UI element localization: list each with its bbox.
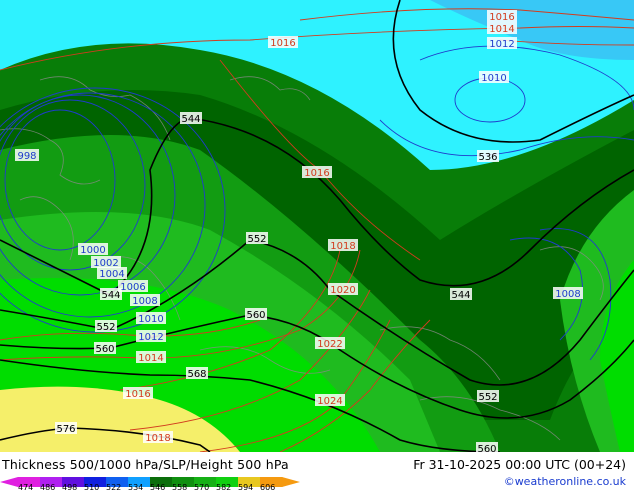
slp-label-1018-b: 1018 — [145, 433, 170, 444]
scale-tick-label: 582 — [216, 483, 232, 492]
weather-map-view: 544 544 544 552 552 552 560 560 560 568 … — [0, 0, 634, 492]
slp-label-1024: 1024 — [317, 396, 342, 407]
z500-label-560-a: 560 — [246, 310, 265, 321]
slp-label-1020: 1020 — [330, 285, 355, 296]
scale-tick-label: 522 — [106, 483, 122, 492]
credit-link[interactable]: ©weatheronline.co.uk — [504, 475, 626, 488]
slp-label-1008-b: 1008 — [555, 289, 580, 300]
z500-label-568: 568 — [187, 369, 206, 380]
scale-ticks: 474 486 498 510 522 534 546 558 570 582 594 606 — [18, 483, 282, 492]
slp-label-1012-b: 1012 — [138, 332, 163, 343]
z500-label-544-b: 544 — [101, 290, 120, 301]
slp-label-1014-b: 1014 — [138, 353, 163, 364]
slp-label-1016-c: 1016 — [304, 168, 329, 179]
slp-label-1010-b: 1010 — [138, 314, 163, 325]
scale-tick-label: 510 — [84, 483, 100, 492]
slp-label-1010-a: 1010 — [481, 73, 506, 84]
scale-arrow-left — [0, 477, 18, 487]
slp-label-1006: 1006 — [120, 282, 145, 293]
slp-label-998: 998 — [17, 151, 36, 162]
scale-tick-label: 498 — [62, 483, 78, 492]
slp-label-1000: 1000 — [80, 245, 105, 256]
slp-label-1022: 1022 — [317, 339, 342, 350]
slp-label-1012-a: 1012 — [489, 39, 514, 50]
z500-label-536: 536 — [478, 152, 497, 163]
map-title: Thickness 500/1000 hPa/SLP/Height 500 hP… — [2, 457, 289, 472]
slp-label-1016-b: 1016 — [489, 12, 514, 23]
slp-label-1016-a: 1016 — [270, 38, 295, 49]
z500-label-544-a: 544 — [181, 114, 200, 125]
z500-label-576: 576 — [56, 424, 75, 435]
slp-label-1008-a: 1008 — [132, 296, 157, 307]
scale-arrow-right — [282, 477, 300, 487]
z500-label-552-c: 552 — [478, 392, 497, 403]
z500-label-560-c: 560 — [477, 444, 496, 452]
map-footer: Thickness 500/1000 hPa/SLP/Height 500 hP… — [0, 452, 634, 492]
z500-label-544-c: 544 — [451, 290, 470, 301]
thickness-map: 544 544 544 552 552 552 560 560 560 568 … — [0, 0, 634, 452]
z500-label-552-a: 552 — [247, 234, 266, 245]
z500-label-552-b: 552 — [96, 322, 115, 333]
valid-time: Fr 31-10-2025 00:00 UTC (00+24) — [413, 457, 626, 472]
slp-label-1014-a: 1014 — [489, 24, 514, 35]
scale-tick-label: 546 — [150, 483, 166, 492]
scale-tick-label: 534 — [128, 483, 144, 492]
scale-tick-label: 474 — [18, 483, 34, 492]
scale-tick-label: 558 — [172, 483, 188, 492]
scale-tick-label: 594 — [238, 483, 254, 492]
scale-tick-label: 606 — [260, 483, 276, 492]
slp-label-1018-a: 1018 — [330, 241, 355, 252]
scale-tick-label: 486 — [40, 483, 56, 492]
slp-label-1002: 1002 — [93, 258, 118, 269]
scale-tick-label: 570 — [194, 483, 210, 492]
z500-label-560-b: 560 — [95, 344, 114, 355]
slp-label-1004: 1004 — [99, 269, 124, 280]
slp-label-1016-d: 1016 — [125, 389, 150, 400]
